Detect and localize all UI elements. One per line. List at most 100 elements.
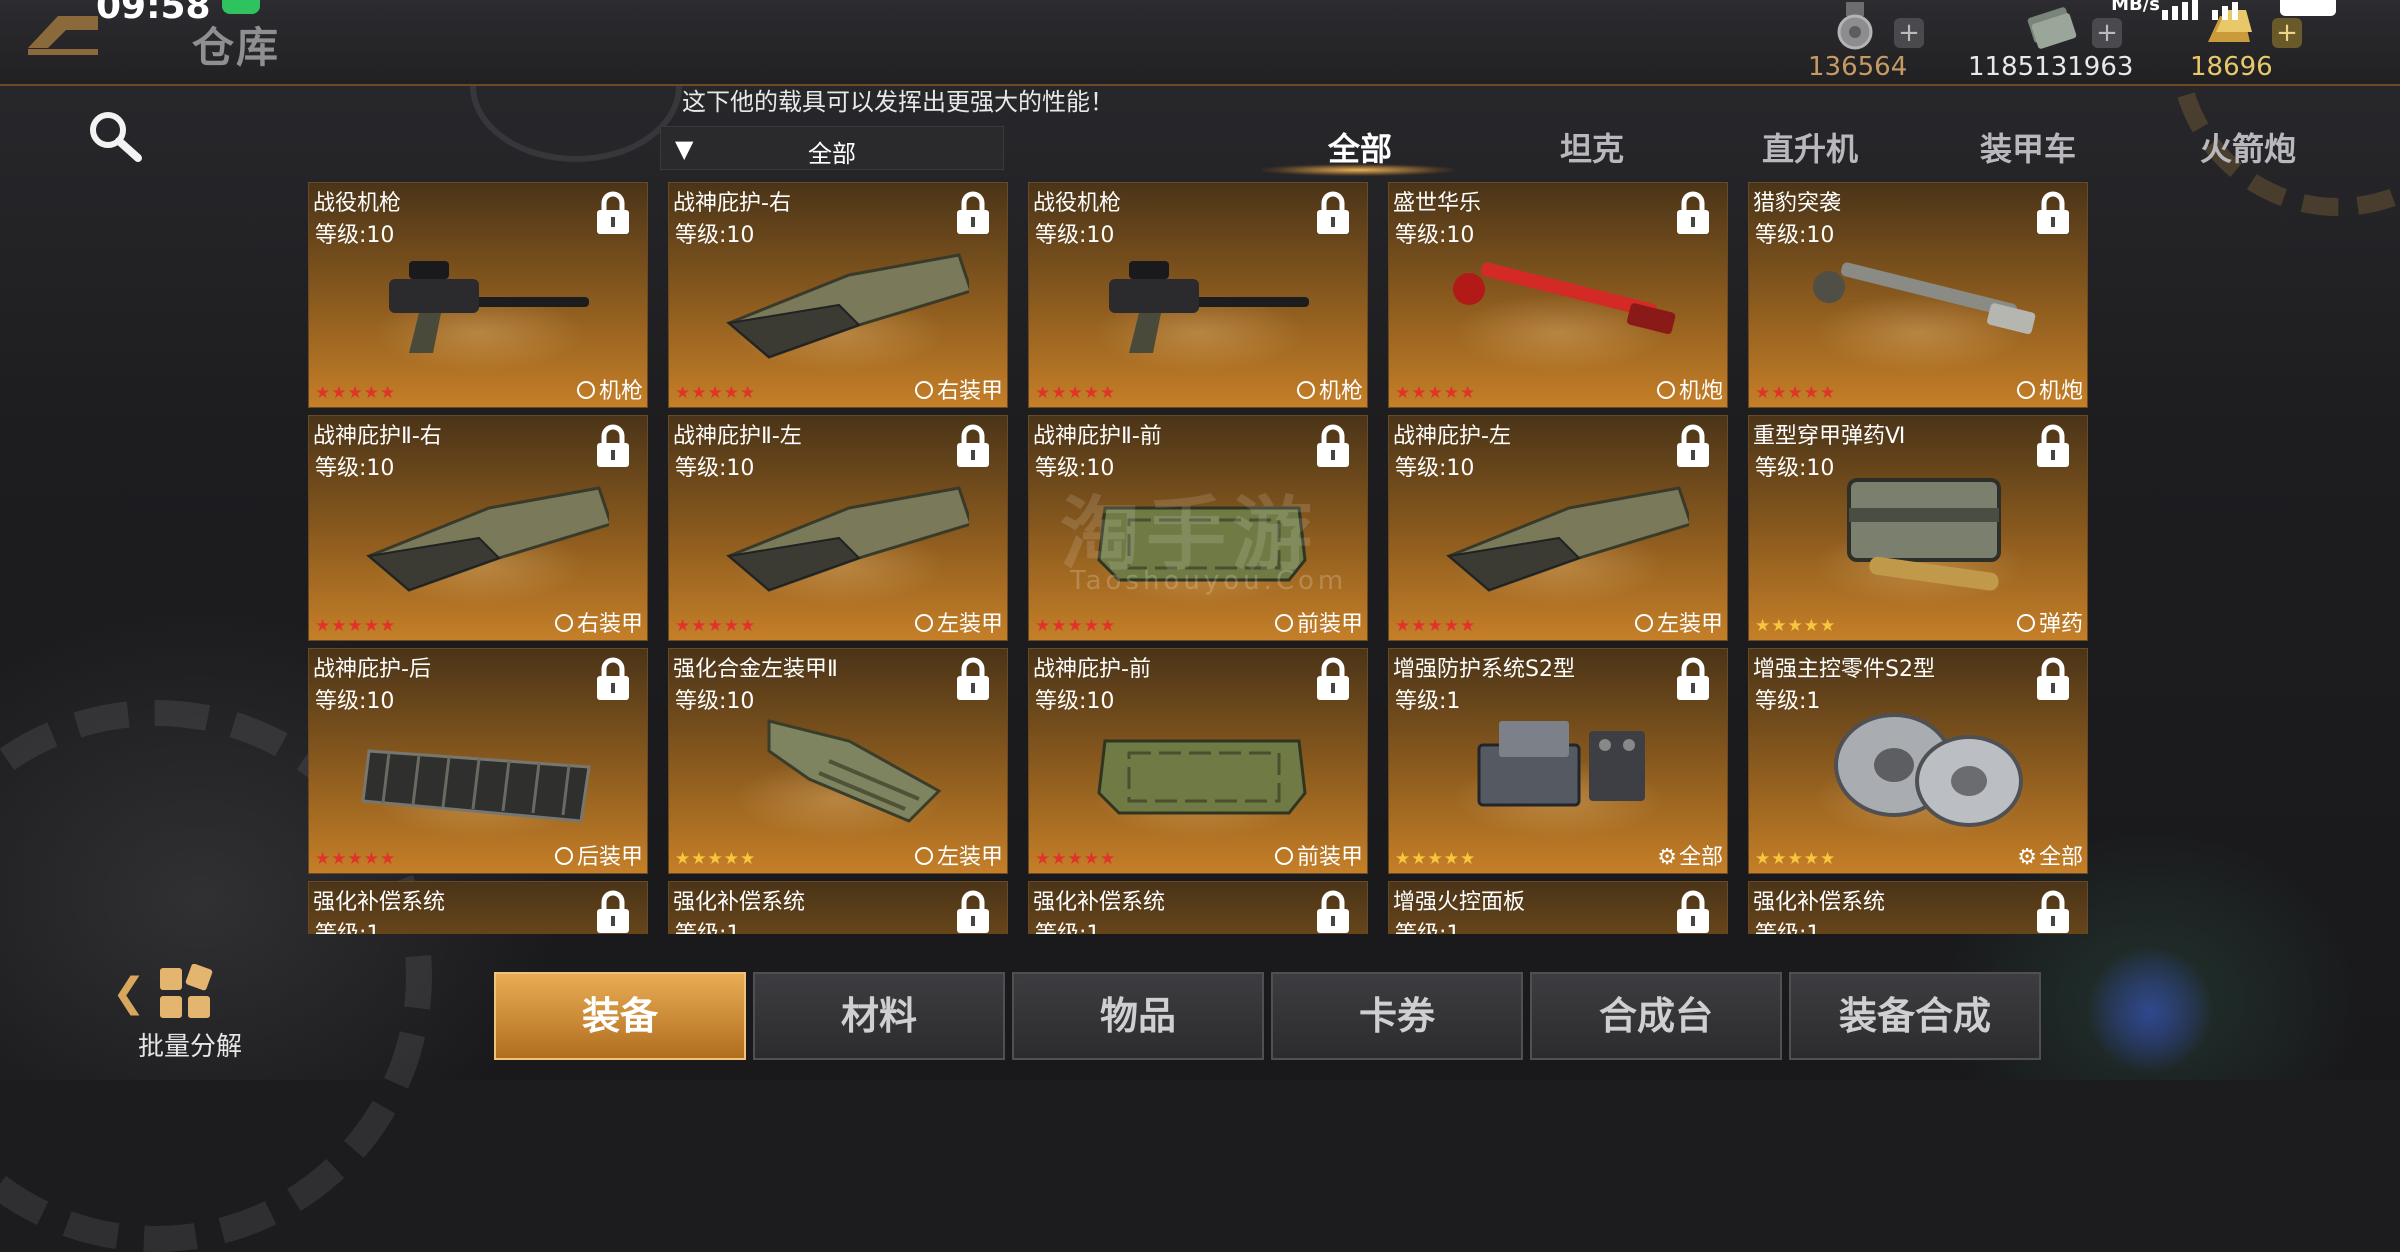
item-type: 机炮	[1656, 373, 1723, 405]
rarity-stars: ★★★★★	[1035, 383, 1117, 403]
red-cannon-icon	[1453, 262, 1676, 335]
lock-icon[interactable]	[955, 890, 991, 934]
item-card[interactable]: 增强主控零件S2型 等级:1 ★★★★★ ⚙全部	[1748, 648, 2088, 874]
lock-icon[interactable]	[2035, 424, 2071, 468]
cash-value: 1185131963	[1968, 52, 2134, 82]
item-name: 战役机枪	[1033, 191, 1122, 216]
filter-dropdown[interactable]: ▼ 全部	[660, 126, 1004, 170]
lock-icon[interactable]	[1315, 191, 1351, 235]
category-tab-rocket[interactable]: 火箭炮	[2200, 124, 2296, 170]
batch-decompose-button[interactable]: ❮ 批量分解	[112, 960, 252, 1070]
item-name: 强化合金左装甲Ⅱ	[673, 657, 838, 682]
item-card[interactable]: 战神庇护-前 等级:10 ★★★★★ 前装甲	[1028, 648, 1368, 874]
item-type: 机枪	[1296, 373, 1363, 405]
item-type: 弹药	[2016, 606, 2083, 638]
circle-icon	[914, 381, 933, 399]
item-card[interactable]: 盛世华乐 等级:10 ★★★★★ 机炮	[1388, 182, 1728, 408]
item-type: 前装甲	[1274, 606, 1363, 638]
lock-icon[interactable]	[595, 890, 631, 934]
medal-value: 136564	[1808, 52, 1908, 82]
armor-plate-icon	[1446, 486, 1689, 592]
decompose-icon	[160, 964, 213, 1018]
lock-icon[interactable]	[1315, 657, 1351, 701]
tab-equipment[interactable]: 装备	[494, 972, 746, 1060]
add-medal-button[interactable]: +	[1894, 18, 1924, 48]
item-type: 左装甲	[914, 839, 1003, 871]
back-button[interactable]	[18, 8, 104, 60]
item-card[interactable]: 战神庇护-左 等级:10 ★★★★★ 左装甲	[1388, 415, 1728, 641]
hint-text: 这下他的载具可以发挥出更强大的性能！	[682, 88, 1114, 116]
rarity-stars: ★★★★★	[675, 383, 757, 403]
lock-icon[interactable]	[2035, 191, 2071, 235]
item-card[interactable]: 战神庇护Ⅱ-右 等级:10 ★★★★★ 右装甲	[308, 415, 648, 641]
add-gold-button[interactable]: +	[2272, 18, 2302, 48]
rarity-stars: ★★★★★	[315, 616, 397, 636]
tab-crafting-table[interactable]: 合成台	[1530, 972, 1782, 1060]
rarity-stars: ★★★★★	[1755, 616, 1837, 636]
lock-icon[interactable]	[1675, 890, 1711, 934]
lock-icon[interactable]	[1675, 191, 1711, 235]
item-card[interactable]: 战役机枪 等级:10 ★★★★★ 机枪	[308, 182, 648, 408]
lock-icon[interactable]	[955, 657, 991, 701]
tab-equipment-synthesis[interactable]: 装备合成	[1789, 972, 2041, 1060]
lock-icon[interactable]	[595, 657, 631, 701]
lock-icon[interactable]	[955, 424, 991, 468]
item-card[interactable]: 增强防护系统S2型 等级:1 ★★★★★ ⚙全部	[1388, 648, 1728, 874]
item-card[interactable]: 强化合金左装甲Ⅱ 等级:10 ★★★★★ 左装甲	[668, 648, 1008, 874]
item-name: 强化补偿系统	[1753, 890, 1886, 915]
item-level: 等级:1	[1035, 916, 1100, 934]
item-card[interactable]: 重型穿甲弹药Ⅵ 等级:10 ★★★★★ 弹药	[1748, 415, 2088, 641]
category-tab-tank[interactable]: 坦克	[1560, 124, 1624, 170]
rarity-stars: ★★★★★	[675, 849, 757, 869]
item-name: 强化补偿系统	[673, 890, 806, 915]
lock-icon[interactable]	[1675, 657, 1711, 701]
item-card[interactable]: 战神庇护Ⅱ-左 等级:10 ★★★★★ 左装甲	[668, 415, 1008, 641]
gear-icon: ⚙	[1657, 845, 1677, 870]
lock-icon[interactable]	[1315, 424, 1351, 468]
item-level: 等级:1	[315, 916, 380, 934]
item-card[interactable]: 强化补偿系统等级:1	[1028, 881, 1368, 934]
add-cash-button[interactable]: +	[2092, 18, 2122, 48]
item-type: ⚙全部	[2017, 839, 2083, 871]
rarity-stars: ★★★★★	[1395, 616, 1477, 636]
batch-decompose-label: 批量分解	[138, 1032, 243, 1062]
armor-plate-icon	[726, 253, 969, 359]
tab-items[interactable]: 物品	[1012, 972, 1264, 1060]
item-name: 强化补偿系统	[313, 890, 446, 915]
category-tab-apc[interactable]: 装甲车	[1980, 124, 2076, 170]
item-type-label: 机炮	[1678, 379, 1723, 404]
item-type: 右装甲	[914, 373, 1003, 405]
lock-icon[interactable]	[955, 191, 991, 235]
lock-icon[interactable]	[595, 424, 631, 468]
lock-icon[interactable]	[1675, 424, 1711, 468]
search-icon[interactable]	[86, 108, 146, 168]
item-type: 左装甲	[1634, 606, 1723, 638]
lock-icon[interactable]	[1315, 890, 1351, 934]
item-card[interactable]: 战神庇护-后 等级:10 ★★★★★ 后装甲	[308, 648, 648, 874]
lock-icon[interactable]	[2035, 890, 2071, 934]
wechat-icon	[222, 0, 260, 14]
medal-icon	[1837, 2, 1873, 50]
item-name: 增强主控零件S2型	[1753, 657, 1935, 682]
item-card[interactable]: 猎豹突袭 等级:10 ★★★★★ 机炮	[1748, 182, 2088, 408]
item-card[interactable]: 战役机枪 等级:10 ★★★★★ 机枪	[1028, 182, 1368, 408]
grille-armor-icon	[361, 749, 591, 823]
lock-icon[interactable]	[595, 191, 631, 235]
item-type-label: 前装甲	[1296, 845, 1363, 870]
category-tab-helicopter[interactable]: 直升机	[1762, 124, 1858, 170]
rarity-stars: ★★★★★	[1755, 383, 1837, 403]
item-card[interactable]: 强化补偿系统等级:1	[1748, 881, 2088, 934]
item-name: 盛世华乐	[1393, 191, 1482, 216]
tab-materials[interactable]: 材料	[753, 972, 1005, 1060]
item-type-label: 全部	[1678, 845, 1723, 870]
item-card[interactable]: 增强火控面板等级:1	[1388, 881, 1728, 934]
item-card[interactable]: 强化补偿系统等级:1	[308, 881, 648, 934]
item-card[interactable]: 战神庇护-右 等级:10 ★★★★★ 右装甲	[668, 182, 1008, 408]
item-type: 前装甲	[1274, 839, 1363, 871]
item-card[interactable]: 强化补偿系统等级:1	[668, 881, 1008, 934]
tab-vouchers[interactable]: 卡券	[1271, 972, 1523, 1060]
item-type-label: 左装甲	[936, 845, 1003, 870]
lock-icon[interactable]	[2035, 657, 2071, 701]
gold-value: 18696	[2190, 52, 2273, 82]
brake-disc-icon	[1834, 713, 2023, 827]
